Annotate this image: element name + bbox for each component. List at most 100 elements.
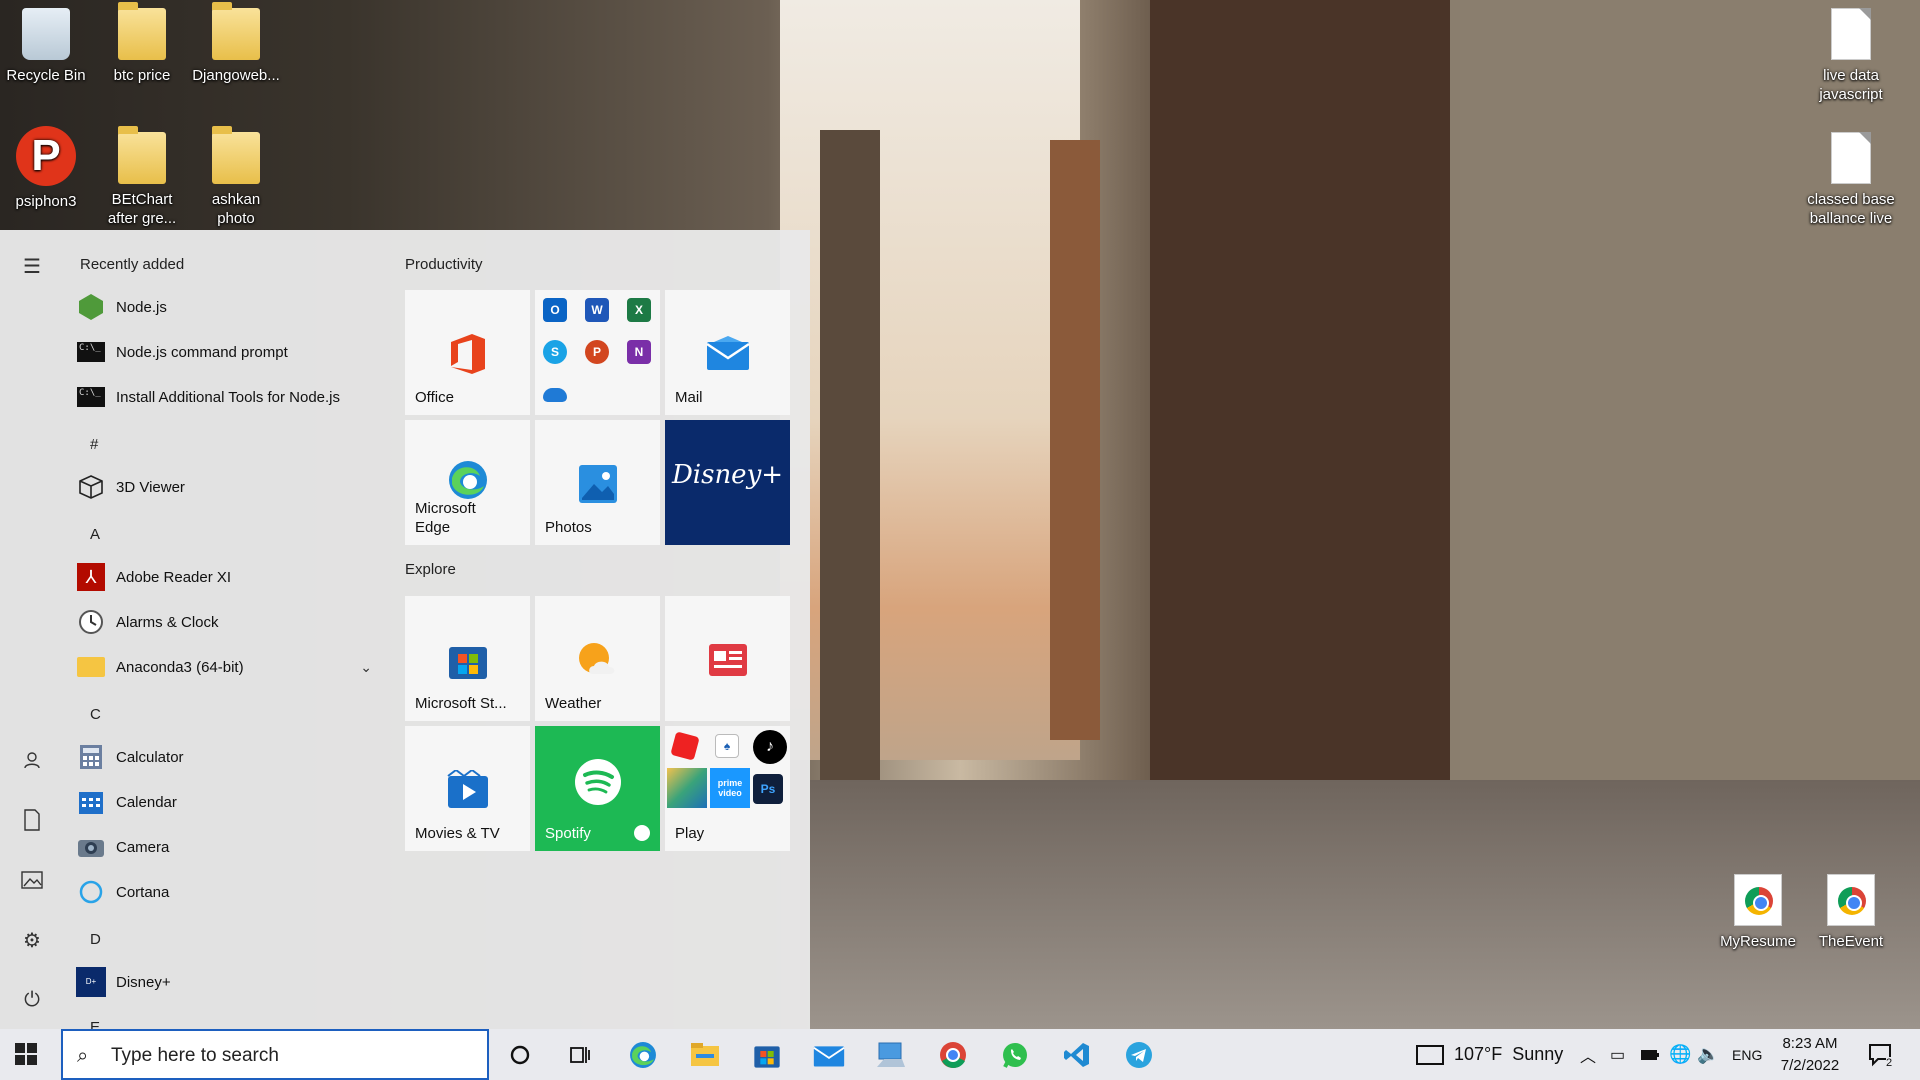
- office-icon: [444, 330, 492, 378]
- edge-taskbar-icon[interactable]: [626, 1038, 660, 1072]
- desktop-icon-classed-base[interactable]: classed base ballance live: [1806, 124, 1896, 228]
- adobe-reader-icon: ⅄: [76, 562, 106, 592]
- settings-gear-icon[interactable]: ⚙: [16, 924, 48, 956]
- app-item-3d-viewer[interactable]: 3D Viewer: [76, 467, 372, 507]
- tile-mail[interactable]: Mail: [665, 290, 790, 415]
- tile-play-folder[interactable]: ♠ ♪ prime video Ps Play: [665, 726, 790, 851]
- onenote-icon: N: [627, 340, 651, 364]
- desktop-icon-recycle-bin[interactable]: Recycle Bin: [1, 0, 91, 85]
- cortana-circle-icon[interactable]: [503, 1038, 537, 1072]
- desktop-icon-theevent[interactable]: TheEvent: [1806, 866, 1896, 951]
- this-pc-icon[interactable]: [874, 1038, 908, 1072]
- app-item-nodejs-tools[interactable]: C:\_ Install Additional Tools for Node.j…: [76, 377, 372, 417]
- tiles-area: Productivity Office O W X S P N Mail Mic…: [400, 230, 810, 1029]
- outlook-icon: O: [543, 298, 567, 322]
- start-menu: ☰ ⚙ ⏻ Recently added Node.js C:\_ Node.j…: [0, 230, 810, 1029]
- desktop-icon-btc-price[interactable]: btc price: [97, 0, 187, 85]
- desktop-icon-live-data[interactable]: live data javascript: [1806, 0, 1896, 104]
- tile-microsoft-store[interactable]: Microsoft St...: [405, 596, 530, 721]
- network-globe-icon[interactable]: 🌐: [1669, 1029, 1691, 1080]
- desktop-icon-label: psiphon3: [15, 193, 77, 210]
- task-view-icon[interactable]: [563, 1038, 597, 1072]
- word-icon: W: [585, 298, 609, 322]
- tile-office[interactable]: Office: [405, 290, 530, 415]
- section-letter[interactable]: D: [90, 931, 101, 948]
- power-icon[interactable]: ⏻: [16, 984, 48, 1016]
- calendar-icon: [76, 787, 106, 817]
- microsoft-store-taskbar-icon[interactable]: [750, 1038, 784, 1072]
- news-icon: [704, 636, 752, 684]
- meet-now-icon[interactable]: ▭: [1610, 1029, 1625, 1080]
- desktop-icon-label: BEtChart after gre...: [107, 191, 177, 227]
- news-weather-widget[interactable]: 107°F Sunny: [1416, 1029, 1563, 1080]
- section-letter[interactable]: A: [90, 526, 100, 543]
- search-placeholder: Type here to search: [111, 1045, 279, 1066]
- tile-disney-plus[interactable]: Disney+: [665, 420, 790, 545]
- desktop-icon-djangoweb[interactable]: Djangoweb...: [191, 0, 281, 85]
- spotify-badge-icon: [634, 825, 650, 841]
- app-item-camera[interactable]: Camera: [76, 827, 372, 867]
- desktop-icon-myresume[interactable]: MyResume: [1713, 866, 1803, 951]
- clock[interactable]: 8:23 AM 7/2/2022: [1770, 1033, 1850, 1077]
- windows-start-icon[interactable]: [14, 1042, 40, 1068]
- tile-office-apps-folder[interactable]: O W X S P N: [535, 290, 660, 415]
- hamburger-menu-icon[interactable]: ☰: [16, 250, 48, 282]
- documents-icon[interactable]: [16, 804, 48, 836]
- section-letter[interactable]: #: [90, 436, 98, 453]
- app-item-alarms-clock[interactable]: Alarms & Clock: [76, 602, 372, 642]
- edge-icon: [444, 456, 492, 504]
- app-item-disney[interactable]: D+ Disney+: [76, 962, 372, 1002]
- weather-text: 107°F Sunny: [1454, 1044, 1564, 1064]
- onedrive-icon: [543, 388, 567, 402]
- chrome-taskbar-icon[interactable]: [936, 1038, 970, 1072]
- section-letter[interactable]: C: [90, 706, 101, 723]
- language-indicator[interactable]: ENG: [1732, 1029, 1762, 1080]
- app-item-nodejs-cmd[interactable]: C:\_ Node.js command prompt: [76, 332, 372, 372]
- vscode-icon[interactable]: [1060, 1038, 1094, 1072]
- powerpoint-icon: P: [585, 340, 609, 364]
- desktop-icon-label: classed base ballance live: [1807, 191, 1895, 227]
- search-icon: ⌕: [77, 1045, 89, 1067]
- solitaire-icon: ♠: [715, 734, 739, 758]
- app-item-calendar[interactable]: Calendar: [76, 782, 372, 822]
- disney-icon: D+: [76, 967, 106, 997]
- taskbar-search-box[interactable]: ⌕ Type here to search: [61, 1029, 489, 1080]
- tile-news[interactable]: [665, 596, 790, 721]
- folder-icon: [212, 126, 260, 184]
- app-item-nodejs[interactable]: Node.js: [76, 287, 372, 327]
- desktop-icon-betchart[interactable]: BEtChart after gre...: [97, 124, 187, 228]
- file-explorer-icon[interactable]: [688, 1038, 722, 1072]
- telegram-icon[interactable]: [1122, 1038, 1156, 1072]
- tile-weather[interactable]: Weather: [535, 596, 660, 721]
- battery-icon[interactable]: [1640, 1029, 1660, 1080]
- whatsapp-icon[interactable]: [998, 1038, 1032, 1072]
- photos-icon: [574, 460, 622, 508]
- desktop-icon-label: TheEvent: [1818, 933, 1884, 950]
- tile-microsoft-edge[interactable]: Microsoft Edge: [405, 420, 530, 545]
- weather-sun-icon: [574, 636, 622, 684]
- desktop-icon-psiphon3[interactable]: P psiphon3: [1, 124, 91, 211]
- desktop-icon-ashkan-photo[interactable]: ashkan photo: [191, 124, 281, 228]
- psiphon-icon: P: [16, 126, 76, 186]
- volume-icon[interactable]: 🔈: [1697, 1029, 1719, 1080]
- chrome-html-icon: [1827, 874, 1875, 926]
- tile-photos[interactable]: Photos: [535, 420, 660, 545]
- section-letter[interactable]: E: [90, 1019, 100, 1029]
- app-item-calculator[interactable]: Calculator: [76, 737, 372, 777]
- show-hidden-icons-chevron-icon[interactable]: ︿: [1580, 1029, 1596, 1080]
- user-account-icon[interactable]: [16, 744, 48, 776]
- mail-taskbar-icon[interactable]: [812, 1038, 846, 1072]
- desktop-icon-label: ashkan photo: [211, 191, 261, 227]
- tile-movies-tv[interactable]: Movies & TV: [405, 726, 530, 851]
- app-item-cortana[interactable]: Cortana: [76, 872, 372, 912]
- pictures-icon[interactable]: [16, 864, 48, 896]
- app-item-anaconda[interactable]: Anaconda3 (64-bit) ⌄: [76, 647, 372, 687]
- desktop-icon-label: Djangoweb...: [192, 67, 280, 84]
- chevron-down-icon[interactable]: ⌄: [360, 659, 372, 676]
- app-item-adobe-reader[interactable]: ⅄ Adobe Reader XI: [76, 557, 372, 597]
- prime-video-icon: prime video: [710, 768, 750, 808]
- document-icon: [1831, 132, 1871, 184]
- action-center-icon[interactable]: 2: [1868, 1029, 1894, 1080]
- roblox-icon: [670, 731, 700, 761]
- tile-spotify[interactable]: Spotify: [535, 726, 660, 851]
